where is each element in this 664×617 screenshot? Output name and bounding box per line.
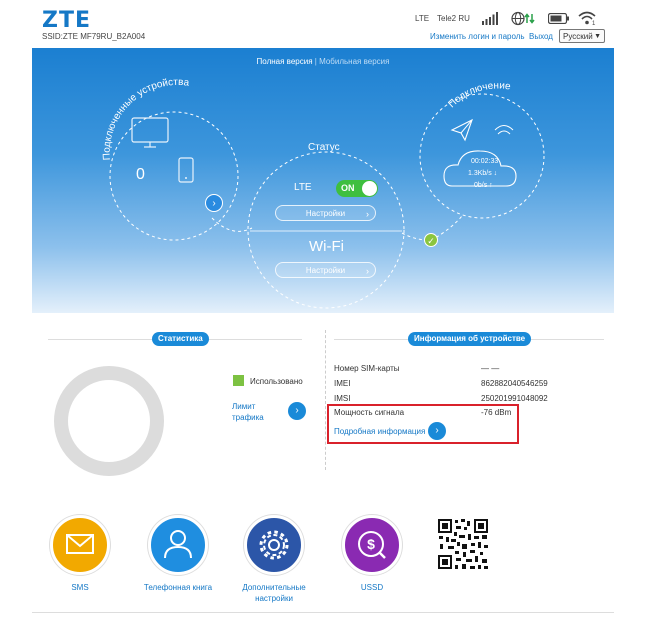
imsi-value: 250201991048092 — [481, 394, 548, 403]
mobile-version-link[interactable]: Мобильная версия — [319, 57, 389, 66]
network-type: LTE — [415, 14, 430, 23]
status-hero-panel: Подключенные устройства Подключение 0 › … — [32, 48, 614, 313]
imei-label: IMEI — [334, 379, 351, 388]
operator-name: Tele2 RU — [437, 14, 470, 23]
used-legend-swatch — [233, 375, 244, 386]
device-info-badge: Информация об устройстве — [408, 332, 532, 346]
connected-check-icon: ✓ — [424, 233, 438, 247]
toggle-knob — [362, 181, 377, 196]
lte-settings-button[interactable]: Настройки › — [275, 205, 376, 221]
sim-number-value: — — — [481, 364, 500, 373]
phonebook-label[interactable]: Телефонная книга — [133, 582, 223, 593]
qr-code — [437, 518, 489, 570]
traffic-limit-line2: трафика — [232, 413, 264, 422]
traffic-limit-line1: Лимит — [232, 402, 256, 411]
chevron-down-icon: ▼ — [594, 33, 601, 40]
connection-title: Подключение — [446, 80, 511, 110]
lte-toggle-state: ON — [341, 183, 355, 193]
ssid-label: SSID:ZTE MF79RU_B2A004 — [42, 32, 146, 41]
wifi-icon: 1 — [578, 11, 596, 26]
connection-time: 00:02:33 — [471, 158, 499, 165]
battery-icon — [548, 13, 569, 24]
statistics-badge: Статистика — [152, 332, 209, 346]
advanced-settings-label[interactable]: Дополнительные настройки — [234, 582, 314, 604]
imsi-label: IMSI — [334, 394, 351, 403]
ussd-label[interactable]: USSD — [342, 582, 402, 593]
imei-value: 862882040546259 — [481, 379, 548, 388]
svg-text:$: $ — [367, 536, 375, 552]
language-selected-value: Русский — [563, 32, 593, 41]
chevron-right-icon: › — [366, 209, 369, 219]
version-switch: Полная версия | Мобильная версия — [32, 57, 614, 66]
traffic-limit-arrow-button[interactable]: › — [288, 402, 306, 420]
wifi-label: Wi-Fi — [309, 238, 344, 255]
phone-icon — [178, 157, 194, 183]
phonebook-app-button[interactable] — [148, 515, 208, 575]
download-speed: 1.3Kb/s ↓ — [468, 170, 498, 177]
chevron-right-icon: › — [366, 266, 369, 276]
sms-label[interactable]: SMS — [50, 582, 110, 593]
paper-plane-icon — [450, 118, 473, 142]
router-web-ui: ZTE SSID:ZTE MF79RU_B2A004 LTE Tele2 RU … — [32, 0, 614, 617]
lte-label: LTE — [294, 182, 312, 193]
connected-devices-count: 0 — [136, 166, 145, 183]
version-separator: | — [314, 57, 317, 66]
signal-strength-icon — [482, 12, 498, 25]
user-icon — [164, 530, 192, 559]
status-title: Статус — [308, 142, 340, 153]
broadcast-icon — [494, 125, 514, 135]
gear-icon — [259, 530, 289, 560]
sms-app-button[interactable] — [50, 515, 110, 575]
internet-globe-icon — [511, 11, 535, 26]
cloud-icon — [443, 150, 517, 187]
wifi-settings-button[interactable]: Настройки › — [275, 262, 376, 278]
link-line-left — [211, 217, 253, 232]
sim-number-label: Номер SIM-карты — [334, 364, 400, 373]
traffic-limit-link[interactable]: Лимит трафика — [232, 401, 264, 423]
dollar-chat-icon: $ — [358, 531, 386, 559]
wifi-settings-label: Настройки — [305, 266, 346, 275]
devices-arrow-button[interactable]: › — [205, 194, 223, 212]
language-select[interactable]: Русский ▼ — [559, 29, 605, 43]
full-version-link[interactable]: Полная версия — [257, 57, 313, 66]
envelope-icon — [66, 534, 94, 554]
lte-settings-label: Настройки — [305, 209, 346, 218]
signal-highlight-box — [327, 404, 519, 444]
used-legend-label: Использовано — [250, 377, 303, 386]
status-circle — [247, 151, 405, 309]
logout-link[interactable]: Выход — [529, 32, 553, 41]
footer-line — [32, 612, 614, 613]
monitor-icon — [131, 117, 169, 148]
lte-toggle[interactable]: ON — [336, 180, 378, 197]
zte-logo: ZTE — [42, 8, 91, 33]
devices-circle — [109, 111, 239, 241]
change-login-password-link[interactable]: Изменить логин и пароль — [430, 32, 525, 41]
connection-circle — [419, 93, 545, 219]
upload-speed: 0b/s ↑ — [474, 182, 493, 189]
ussd-app-button[interactable]: $ — [342, 515, 402, 575]
svg-text:1: 1 — [592, 21, 596, 26]
advanced-settings-app-button[interactable] — [244, 515, 304, 575]
section-divider — [325, 330, 326, 470]
traffic-donut-chart — [54, 366, 164, 476]
